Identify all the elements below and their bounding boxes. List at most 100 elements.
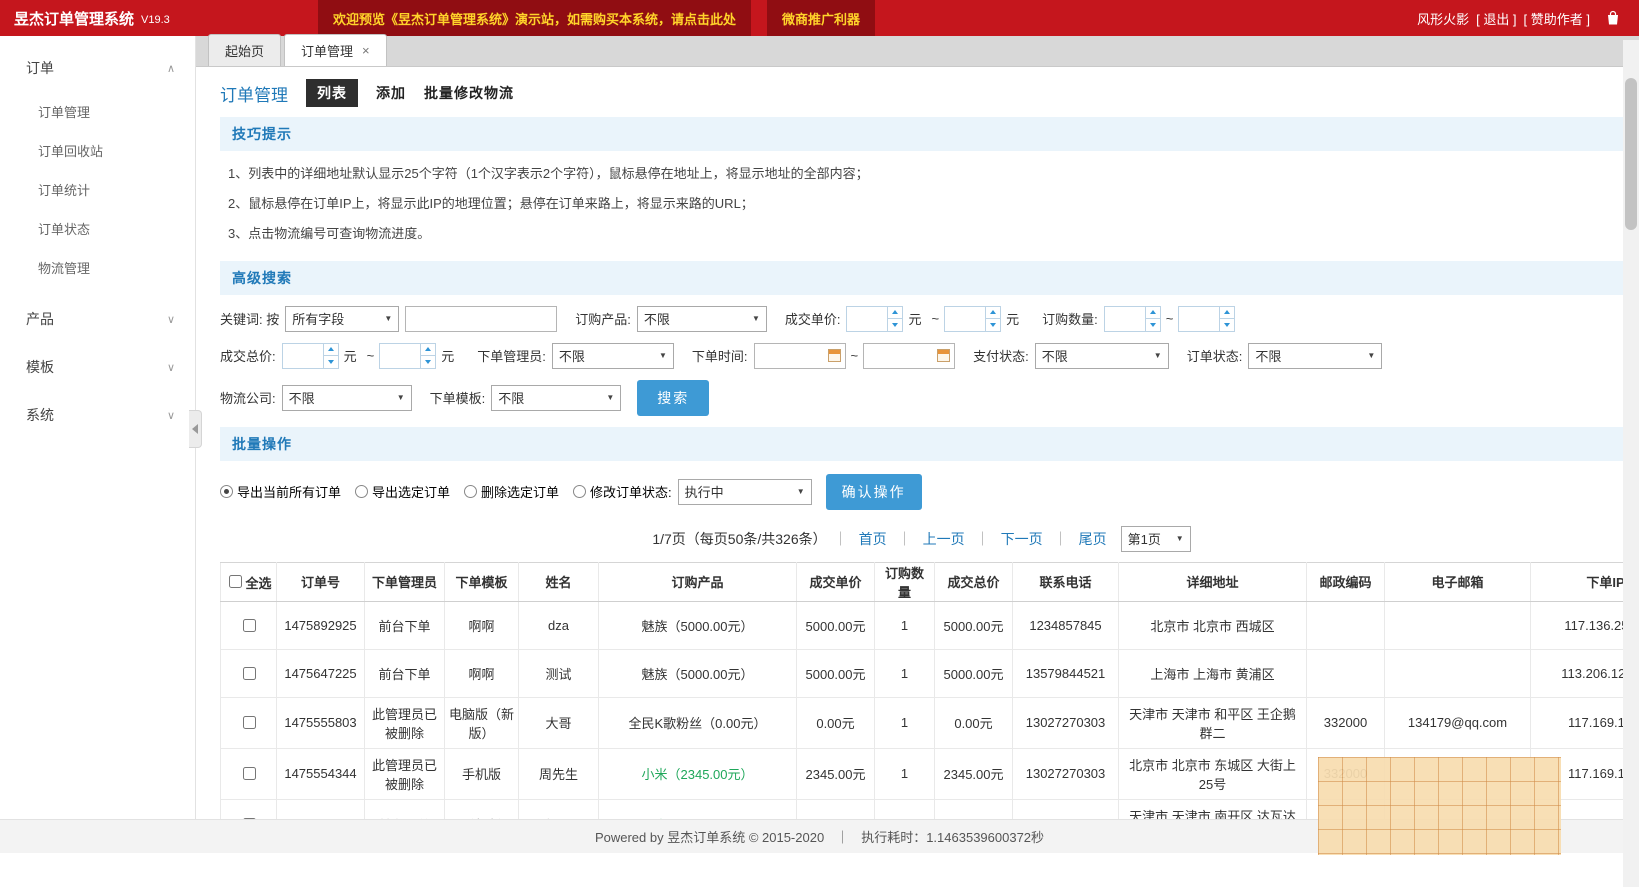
unit-price-max-spinner[interactable] bbox=[944, 306, 1001, 332]
header-label: 全选 bbox=[245, 576, 271, 591]
qty-max-spinner[interactable] bbox=[1178, 306, 1235, 332]
cell-ip: 117.169.1.99 bbox=[1531, 697, 1624, 748]
spinner-down-icon[interactable] bbox=[1146, 318, 1160, 331]
search-row-3: 物流公司: 不限 ▼ 下单模板: 不限 ▼ 搜索 bbox=[220, 380, 1623, 416]
select-value: 不限 bbox=[1042, 346, 1068, 365]
calendar-icon[interactable] bbox=[828, 349, 841, 362]
spinner-up-icon[interactable] bbox=[1146, 307, 1160, 319]
search-button[interactable]: 搜索 bbox=[637, 380, 709, 416]
pagination-last[interactable]: 尾页 bbox=[1079, 529, 1107, 549]
select-value: 不限 bbox=[559, 346, 585, 365]
vertical-scrollbar[interactable] bbox=[1623, 40, 1639, 887]
view-tab-list[interactable]: 列表 bbox=[306, 79, 358, 107]
cell-qty: 1 bbox=[875, 697, 935, 748]
pagination-separator: ｜ bbox=[976, 529, 990, 549]
calendar-icon[interactable] bbox=[937, 349, 950, 362]
confirm-operation-button[interactable]: 确认操作 bbox=[826, 474, 922, 510]
logout-link[interactable]: [ 退出 ] bbox=[1476, 9, 1516, 28]
cell-order-no: 1475647225 bbox=[277, 649, 365, 697]
sidebar-item-order-recycle[interactable]: 订单回收站 bbox=[0, 131, 195, 170]
close-icon[interactable]: × bbox=[362, 43, 370, 58]
total-max-spinner[interactable] bbox=[379, 343, 436, 369]
caret-down-icon: ▼ bbox=[1367, 351, 1375, 360]
sidebar-item-order-status[interactable]: 订单状态 bbox=[0, 209, 195, 248]
spinner-down-icon[interactable] bbox=[888, 318, 902, 331]
sidebar-group-order[interactable]: 订单 ∧ bbox=[0, 44, 195, 92]
cell-product[interactable]: 小米（2345.00元） bbox=[599, 799, 797, 819]
cell-product[interactable]: 全民K歌粉丝（0.00元） bbox=[599, 697, 797, 748]
page-title: 订单管理 bbox=[220, 81, 288, 106]
cell-total: 2345.00元 bbox=[935, 799, 1013, 819]
sidebar-item-logistics[interactable]: 物流管理 bbox=[0, 248, 195, 287]
row-checkbox[interactable] bbox=[243, 667, 256, 680]
spinner-up-icon[interactable] bbox=[888, 307, 902, 319]
promo-banner[interactable]: 微商推广利器 bbox=[767, 0, 875, 36]
cell-product[interactable]: 小米（2345.00元） bbox=[599, 748, 797, 799]
select-all-checkbox[interactable] bbox=[229, 575, 242, 588]
batch-option-delete-selected[interactable]: 删除选定订单 bbox=[464, 482, 559, 501]
notice-banner[interactable]: 欢迎预览《昱杰订单管理系统》演示站，如需购买本系统，请点击此处 bbox=[318, 0, 751, 36]
sidebar-collapse-handle[interactable] bbox=[189, 410, 202, 448]
keyword-input[interactable] bbox=[405, 306, 557, 332]
vertical-scrollbar-thumb[interactable] bbox=[1625, 78, 1637, 230]
view-tab-batch-logistics[interactable]: 批量修改物流 bbox=[424, 83, 514, 103]
tab-strip: 起始页 订单管理 × bbox=[196, 36, 1639, 67]
cell-product[interactable]: 魅族（5000.00元） bbox=[599, 649, 797, 697]
tips-section-title: 技巧提示 bbox=[220, 117, 1623, 151]
qty-min-spinner[interactable] bbox=[1104, 306, 1161, 332]
main-area: 起始页 订单管理 × 订单管理 列表 添加 批量修改物流 技巧提示 1、列表中的… bbox=[196, 36, 1639, 819]
sidebar: 订单 ∧ 订单管理 订单回收站 订单统计 订单状态 物流管理 产品 ∨ 模板 ∨… bbox=[0, 36, 196, 819]
view-tab-add[interactable]: 添加 bbox=[376, 83, 406, 103]
unit-price-min-spinner[interactable] bbox=[846, 306, 903, 332]
product-select[interactable]: 不限 ▼ bbox=[637, 306, 767, 332]
cell-product[interactable]: 魅族（5000.00元） bbox=[599, 601, 797, 649]
logistics-select[interactable]: 不限 ▼ bbox=[282, 385, 412, 411]
keyword-field-select[interactable]: 所有字段 ▼ bbox=[285, 306, 399, 332]
spinner-down-icon[interactable] bbox=[324, 355, 338, 368]
cart-icon[interactable] bbox=[1605, 10, 1621, 26]
sidebar-group-template[interactable]: 模板 ∨ bbox=[0, 343, 195, 391]
caret-down-icon: ▼ bbox=[659, 351, 667, 360]
cell-ip: 113.206.122.11 bbox=[1531, 649, 1624, 697]
spinner-down-icon[interactable] bbox=[1220, 318, 1234, 331]
tab-order-management[interactable]: 订单管理 × bbox=[284, 34, 387, 66]
spinner-down-icon[interactable] bbox=[986, 318, 1000, 331]
admin-label: 下单管理员: bbox=[477, 346, 546, 365]
pagination-next[interactable]: 下一页 bbox=[1001, 529, 1043, 549]
spinner-up-icon[interactable] bbox=[986, 307, 1000, 319]
sidebar-item-order-management[interactable]: 订单管理 bbox=[0, 92, 195, 131]
batch-option-export-selected[interactable]: 导出选定订单 bbox=[355, 482, 450, 501]
spinner-down-icon[interactable] bbox=[421, 355, 435, 368]
order-template-select[interactable]: 不限 ▼ bbox=[491, 385, 621, 411]
batch-option-export-all[interactable]: 导出当前所有订单 bbox=[220, 482, 341, 501]
pay-status-select[interactable]: 不限 ▼ bbox=[1035, 343, 1169, 369]
batch-status-select[interactable]: 执行中 ▼ bbox=[678, 479, 812, 505]
sidebar-group-label: 订单 bbox=[26, 58, 54, 78]
tab-start-page[interactable]: 起始页 bbox=[208, 34, 281, 66]
spinner-up-icon[interactable] bbox=[1220, 307, 1234, 319]
page-select[interactable]: 第1页 ▼ bbox=[1121, 526, 1191, 552]
pagination-prev[interactable]: 上一页 bbox=[923, 529, 965, 549]
sidebar-group-system[interactable]: 系统 ∨ bbox=[0, 391, 195, 439]
pagination-first[interactable]: 首页 bbox=[859, 529, 887, 549]
caret-down-icon: ▼ bbox=[1176, 534, 1184, 543]
sidebar-item-order-stats[interactable]: 订单统计 bbox=[0, 170, 195, 209]
order-time-end-input[interactable] bbox=[863, 343, 955, 369]
row-checkbox[interactable] bbox=[243, 716, 256, 729]
order-status-select[interactable]: 不限 ▼ bbox=[1248, 343, 1382, 369]
sidebar-group-product[interactable]: 产品 ∨ bbox=[0, 295, 195, 343]
row-checkbox[interactable] bbox=[243, 767, 256, 780]
sponsor-link[interactable]: [ 赞助作者 ] bbox=[1524, 9, 1590, 28]
order-time-start-input[interactable] bbox=[754, 343, 846, 369]
row-checkbox-cell bbox=[221, 799, 277, 819]
row-checkbox[interactable] bbox=[243, 619, 256, 632]
total-min-spinner[interactable] bbox=[282, 343, 339, 369]
admin-select[interactable]: 不限 ▼ bbox=[552, 343, 674, 369]
cell-unit-price: 2345.00元 bbox=[797, 799, 875, 819]
spinner-up-icon[interactable] bbox=[421, 344, 435, 356]
batch-option-change-status[interactable]: 修改订单状态: bbox=[573, 482, 672, 501]
row-checkbox[interactable] bbox=[243, 818, 256, 819]
sidebar-group-label: 系统 bbox=[26, 405, 54, 425]
table-row: 1475647225 前台下单 啊啊 测试 魅族（5000.00元） 5000.… bbox=[221, 649, 1624, 697]
spinner-up-icon[interactable] bbox=[324, 344, 338, 356]
